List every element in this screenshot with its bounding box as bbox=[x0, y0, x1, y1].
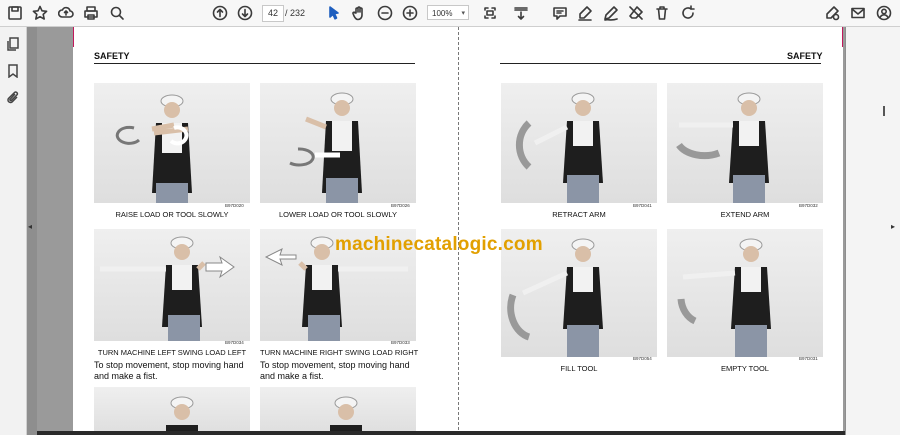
signal-photo-raise-load bbox=[94, 83, 250, 203]
attachment-icon[interactable] bbox=[4, 89, 22, 107]
fit-page-icon[interactable] bbox=[480, 3, 500, 23]
comment-icon[interactable] bbox=[550, 3, 570, 23]
page-spread: SAFETY B97D020 RAISE LOAD OR TOOL SLOWLY bbox=[73, 27, 843, 435]
signal-photo-lower-load bbox=[260, 83, 416, 203]
delete-icon[interactable] bbox=[652, 3, 672, 23]
signal-photo-partial bbox=[260, 387, 416, 435]
page-edge-marker bbox=[842, 27, 843, 47]
figure-code: B97D041 bbox=[633, 203, 652, 208]
document-viewport[interactable]: SAFETY B97D020 RAISE LOAD OR TOOL SLOWLY bbox=[37, 27, 845, 435]
highlight-icon[interactable] bbox=[575, 3, 595, 23]
chevron-down-icon: ▾ bbox=[461, 10, 465, 17]
page-number-input[interactable]: 42 bbox=[262, 5, 284, 22]
figure-code: B97D031 bbox=[799, 356, 818, 361]
hand-icon[interactable] bbox=[349, 3, 369, 23]
figure-caption: RETRACT ARM bbox=[552, 210, 606, 219]
left-page-header: SAFETY bbox=[94, 51, 130, 61]
erase-icon[interactable] bbox=[626, 3, 646, 23]
mail-icon[interactable] bbox=[848, 3, 868, 23]
print-icon[interactable] bbox=[81, 3, 101, 23]
pages-icon[interactable] bbox=[4, 35, 22, 53]
sign-icon[interactable] bbox=[822, 3, 842, 23]
page-edge-marker bbox=[73, 27, 74, 47]
header-rule bbox=[94, 63, 415, 64]
scrollbar-thumb[interactable] bbox=[883, 106, 885, 116]
signal-photo-empty-tool bbox=[667, 229, 823, 357]
bottom-edge bbox=[37, 431, 845, 435]
signal-photo-turn-left bbox=[94, 229, 250, 341]
right-page-header: SAFETY bbox=[787, 51, 823, 61]
page-divider bbox=[458, 27, 459, 435]
figure-caption: TURN MACHINE LEFT SWING LOAD LEFT bbox=[97, 348, 247, 357]
scroll-mode-icon[interactable] bbox=[511, 3, 531, 23]
zoom-select[interactable]: 100% ▾ bbox=[427, 5, 469, 20]
signal-photo-retract-arm bbox=[501, 83, 657, 203]
collapse-right-pane-icon[interactable]: ▸ bbox=[891, 222, 897, 232]
zoom-search-icon[interactable] bbox=[107, 3, 127, 23]
draw-icon[interactable] bbox=[601, 3, 621, 23]
cursor-icon[interactable] bbox=[324, 3, 344, 23]
upload-icon[interactable] bbox=[56, 3, 76, 23]
left-sidebar bbox=[0, 27, 27, 435]
figure-caption: FILL TOOL bbox=[560, 364, 598, 373]
star-icon[interactable] bbox=[30, 3, 50, 23]
collapse-left-pane-icon[interactable]: ◂ bbox=[28, 222, 34, 232]
toolbar: 42 / 232 100% ▾ bbox=[0, 0, 900, 27]
arrow-down-icon[interactable] bbox=[235, 3, 255, 23]
bookmark-icon[interactable] bbox=[4, 62, 22, 80]
figure-caption: EMPTY TOOL bbox=[721, 364, 769, 373]
page-total: / 232 bbox=[285, 8, 306, 18]
figure-code: B97D020 bbox=[225, 203, 244, 208]
figure-code: B97D026 bbox=[391, 203, 410, 208]
rotate-icon[interactable] bbox=[678, 3, 698, 23]
figure-code: B97D054 bbox=[633, 356, 652, 361]
signal-photo-extend-arm bbox=[667, 83, 823, 203]
figure-code: B97D034 bbox=[225, 340, 244, 345]
figure-code: B97D032 bbox=[799, 203, 818, 208]
zoom-in-icon[interactable] bbox=[400, 3, 420, 23]
watermark-text: machinecatalogic.com bbox=[335, 234, 543, 255]
zoom-out-icon[interactable] bbox=[375, 3, 395, 23]
figure-caption: TURN MACHINE RIGHT SWING LOAD RIGHT bbox=[260, 348, 419, 357]
save-icon[interactable] bbox=[5, 3, 25, 23]
figure-code: B97D033 bbox=[391, 340, 410, 345]
header-rule bbox=[500, 63, 821, 64]
stop-note: To stop movement, stop moving hand and m… bbox=[94, 360, 244, 381]
arrow-up-icon[interactable] bbox=[210, 3, 230, 23]
figure-caption: EXTEND ARM bbox=[720, 210, 770, 219]
figure-caption: LOWER LOAD OR TOOL SLOWLY bbox=[278, 210, 398, 219]
figure-caption: RAISE LOAD OR TOOL SLOWLY bbox=[115, 210, 229, 219]
zoom-value: 100% bbox=[432, 9, 453, 18]
account-icon[interactable] bbox=[874, 3, 894, 23]
signal-photo-partial bbox=[94, 387, 250, 435]
stop-note: To stop movement, stop moving hand and m… bbox=[260, 360, 410, 381]
